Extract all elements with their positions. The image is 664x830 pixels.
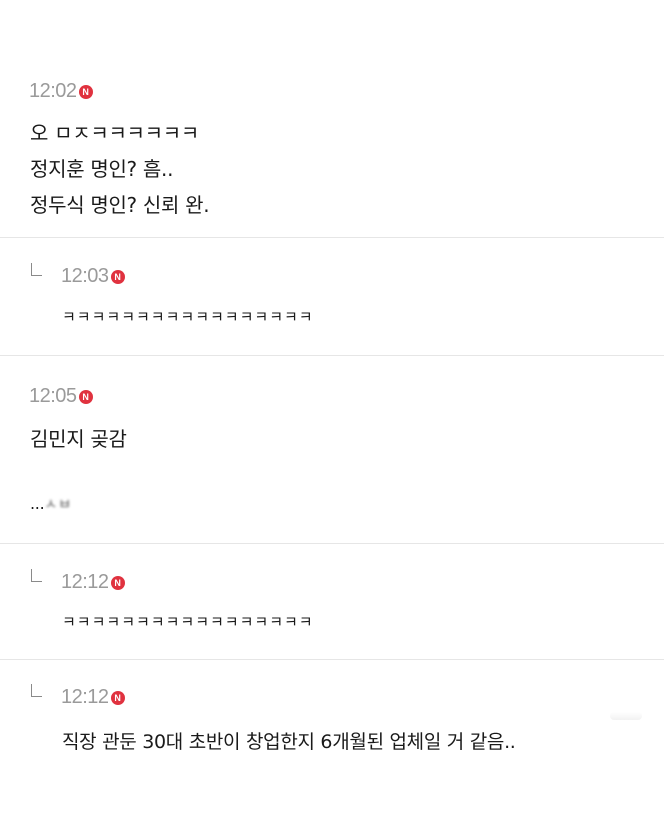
comment-meta: 12:03 N (61, 265, 125, 287)
comment-time: 12:05 (29, 384, 77, 407)
comment-text-line: ㅋㅋㅋㅋㅋㅋㅋㅋㅋㅋㅋㅋㅋㅋㅋㅋㅋ (62, 308, 314, 326)
comment-time: 12:12 (61, 685, 109, 708)
comment-meta: 12:12 N (61, 571, 125, 593)
reply-arrow-icon (31, 569, 42, 582)
new-badge-icon: N (78, 390, 93, 404)
comment-text-line: 정지훈 명인? 흠.. (30, 157, 174, 181)
comment-meta: 12:12 N (61, 686, 125, 708)
comment-time: 12:12 (61, 570, 109, 593)
comment-meta: 12:05 N (29, 385, 93, 407)
comment-divider (0, 237, 664, 238)
comment-text-line: ...ㅅㅂ (30, 494, 72, 514)
comment-divider (0, 355, 664, 356)
comment-text-line: 김민지 곶감 (30, 427, 127, 451)
comment-meta: 12:02 N (29, 80, 93, 102)
comment-text-line: 오 ㅁㅈㅋㅋㅋㅋㅋㅋ (30, 121, 199, 145)
comment-text-line: ㅋㅋㅋㅋㅋㅋㅋㅋㅋㅋㅋㅋㅋㅋㅋㅋㅋ (62, 613, 314, 631)
new-badge-icon: N (110, 270, 125, 284)
blurred-text: ㅅㅂ (44, 497, 73, 513)
comment-time: 12:02 (29, 79, 77, 102)
ellipsis-text: ... (30, 494, 45, 513)
new-badge-icon: N (110, 691, 125, 705)
comment-divider (0, 543, 664, 544)
comment-text-line: 직장 관둔 30대 초반이 창업한지 6개월된 업체일 거 같음.. (62, 731, 516, 753)
scroll-indicator (610, 712, 642, 720)
comment-divider (0, 659, 664, 660)
new-badge-icon: N (110, 576, 125, 590)
new-badge-icon: N (78, 85, 93, 99)
comment-text-line: 정두식 명인? 신뢰 완. (30, 193, 210, 217)
comment-time: 12:03 (61, 264, 109, 287)
reply-arrow-icon (31, 684, 42, 697)
reply-arrow-icon (31, 263, 42, 276)
